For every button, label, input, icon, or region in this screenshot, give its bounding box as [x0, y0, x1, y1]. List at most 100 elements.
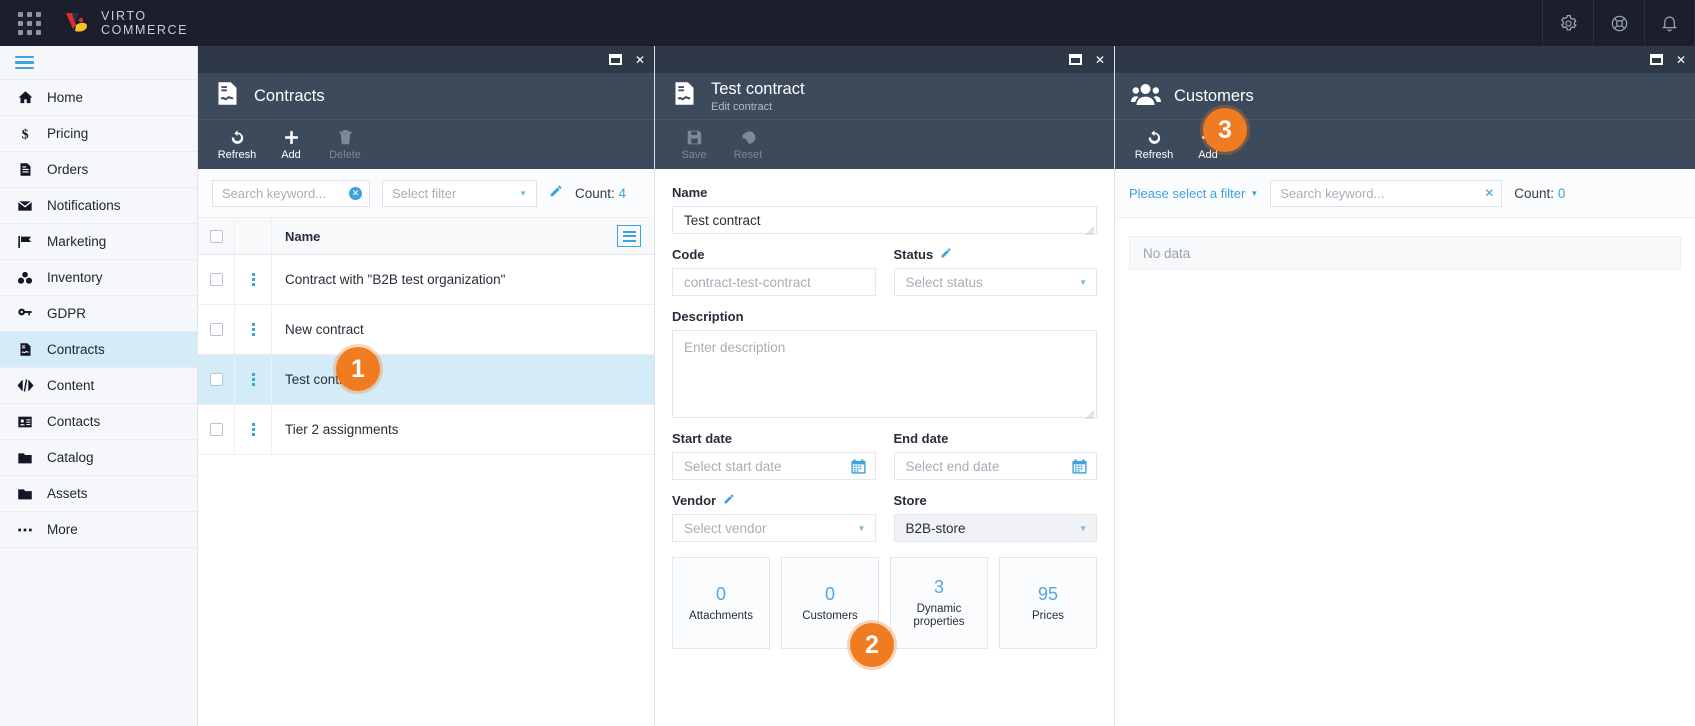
- editor-blade-chrome: ✕: [655, 46, 1114, 73]
- status-group: Status Select status ▼: [893, 247, 1097, 296]
- sidebar-item-notifications[interactable]: Notifications: [0, 188, 197, 224]
- sidebar-item-inventory[interactable]: Inventory: [0, 260, 197, 296]
- settings-icon[interactable]: [1542, 0, 1593, 46]
- dynamic-properties-card[interactable]: 3 Dynamic properties: [890, 557, 988, 649]
- sidebar-item-contracts[interactable]: Contracts: [0, 332, 197, 368]
- row-checkbox[interactable]: [198, 355, 235, 404]
- refresh-button[interactable]: Refresh: [211, 129, 263, 161]
- table-row[interactable]: Tier 2 assignments: [198, 405, 654, 455]
- page-title: Contracts: [254, 86, 325, 105]
- document-list-icon: [15, 162, 35, 177]
- row-checkbox[interactable]: [198, 405, 235, 454]
- topbar-icons: [1542, 0, 1695, 46]
- editor-blade-header: Test contract Edit contract: [655, 73, 1114, 120]
- top-bar: VIRTO COMMERCE: [0, 0, 1695, 46]
- ellipsis-icon: [15, 522, 35, 538]
- clear-search-icon[interactable]: ✕: [1484, 186, 1494, 200]
- pencil-icon[interactable]: [723, 493, 735, 508]
- delete-button: Delete: [319, 129, 371, 161]
- table-row[interactable]: New contract: [198, 305, 654, 355]
- resize-grip-icon[interactable]: [1085, 407, 1095, 420]
- row-menu-icon[interactable]: [235, 305, 272, 354]
- start-date-placeholder: Select start date: [684, 458, 782, 474]
- clear-search-icon[interactable]: ✕: [349, 186, 362, 200]
- sidebar-item-assets[interactable]: Assets: [0, 476, 197, 512]
- row-checkbox[interactable]: [198, 255, 235, 304]
- status-select[interactable]: Select status ▼: [893, 268, 1097, 296]
- search-input[interactable]: Search keyword... ✕: [1270, 179, 1503, 207]
- filter-link-text: Please select a filter: [1129, 185, 1246, 201]
- column-options-icon[interactable]: [617, 225, 641, 247]
- sidebar-item-contacts[interactable]: Contacts: [0, 404, 197, 440]
- contract-icon: [214, 80, 241, 112]
- brand-logo[interactable]: VIRTO COMMERCE: [62, 8, 188, 38]
- row-checkbox[interactable]: [198, 305, 235, 354]
- table-row[interactable]: Test contract: [198, 355, 654, 405]
- table-row[interactable]: Contract with "B2B test organization": [198, 255, 654, 305]
- prices-card[interactable]: 95 Prices: [999, 557, 1097, 649]
- folder-outline-icon: [15, 486, 35, 502]
- minimize-icon[interactable]: [1068, 54, 1082, 65]
- add-button[interactable]: Add: [265, 129, 317, 161]
- refresh-button[interactable]: Refresh: [1128, 129, 1180, 161]
- pencil-icon[interactable]: [549, 184, 563, 203]
- hamburger-menu-icon[interactable]: [0, 46, 197, 80]
- card-label: Prices: [1032, 609, 1064, 622]
- name-field[interactable]: Test contract: [672, 206, 1097, 236]
- apps-grid-icon[interactable]: [0, 11, 58, 35]
- sidebar-item-home[interactable]: Home: [0, 80, 197, 116]
- store-select[interactable]: B2B-store ▼: [893, 514, 1097, 542]
- column-header-name[interactable]: Name: [272, 229, 617, 244]
- sidebar-item-marketing[interactable]: Marketing: [0, 224, 197, 260]
- sidebar-item-pricing[interactable]: $ Pricing: [0, 116, 197, 152]
- resize-grip-icon[interactable]: [1085, 223, 1095, 236]
- end-date-group: End date Select end date: [893, 431, 1097, 480]
- button-label: Save: [681, 148, 707, 161]
- sidebar-item-gdpr[interactable]: GDPR: [0, 296, 197, 332]
- vendor-select[interactable]: Select vendor ▼: [672, 514, 876, 542]
- svg-text:$: $: [21, 127, 28, 142]
- sidebar-item-orders[interactable]: Orders: [0, 152, 197, 188]
- sidebar-item-label: Content: [47, 378, 95, 393]
- row-name: Contract with "B2B test organization": [285, 272, 506, 287]
- card-label: Attachments: [689, 609, 753, 622]
- header-actions-spacer: [235, 218, 272, 254]
- filter-select-link[interactable]: Please select a filter ▼: [1129, 186, 1258, 201]
- row-name: New contract: [285, 322, 364, 337]
- attachments-card[interactable]: 0 Attachments: [672, 557, 770, 649]
- card-value: 95: [1037, 583, 1059, 604]
- sidebar-item-catalog[interactable]: Catalog: [0, 440, 197, 476]
- plus-icon: [284, 130, 298, 144]
- code-field[interactable]: contract-test-contract: [672, 268, 876, 296]
- close-icon[interactable]: ✕: [635, 54, 645, 66]
- button-label: Reset: [733, 148, 763, 161]
- start-date-field[interactable]: Select start date: [672, 452, 876, 480]
- search-input[interactable]: Search keyword... ✕: [212, 179, 370, 207]
- button-label: Add: [281, 148, 301, 161]
- contracts-filter-bar: Search keyword... ✕ Select filter ▼ Coun…: [198, 169, 654, 218]
- select-all-checkbox[interactable]: [198, 218, 235, 254]
- row-menu-icon[interactable]: [235, 355, 272, 404]
- row-menu-icon[interactable]: [235, 405, 272, 454]
- end-date-field[interactable]: Select end date: [893, 452, 1097, 480]
- notifications-bell-icon[interactable]: [1644, 0, 1695, 46]
- close-icon[interactable]: ✕: [1095, 54, 1105, 66]
- save-button: Save: [668, 129, 720, 161]
- pencil-icon[interactable]: [940, 247, 952, 262]
- sidebar-item-content[interactable]: Content: [0, 368, 197, 404]
- end-date-label: End date: [893, 431, 949, 446]
- close-icon[interactable]: ✕: [1676, 54, 1686, 66]
- row-menu-icon[interactable]: [235, 255, 272, 304]
- card-value: 3: [933, 577, 944, 597]
- vendor-label-text: Vendor: [672, 493, 717, 508]
- minimize-icon[interactable]: [608, 54, 622, 65]
- code-placeholder: contract-test-contract: [684, 274, 811, 290]
- customers-blade-chrome: ✕: [1115, 46, 1695, 73]
- minimize-icon[interactable]: [1649, 54, 1663, 65]
- filter-select[interactable]: Select filter ▼: [382, 179, 537, 207]
- contract-form: Name Test contract Code contract-test-co…: [655, 169, 1114, 649]
- description-field[interactable]: Enter description: [672, 330, 1097, 420]
- vendor-group: Vendor Select vendor ▼: [672, 493, 876, 542]
- help-icon[interactable]: [1593, 0, 1644, 46]
- sidebar-item-more[interactable]: More: [0, 512, 197, 548]
